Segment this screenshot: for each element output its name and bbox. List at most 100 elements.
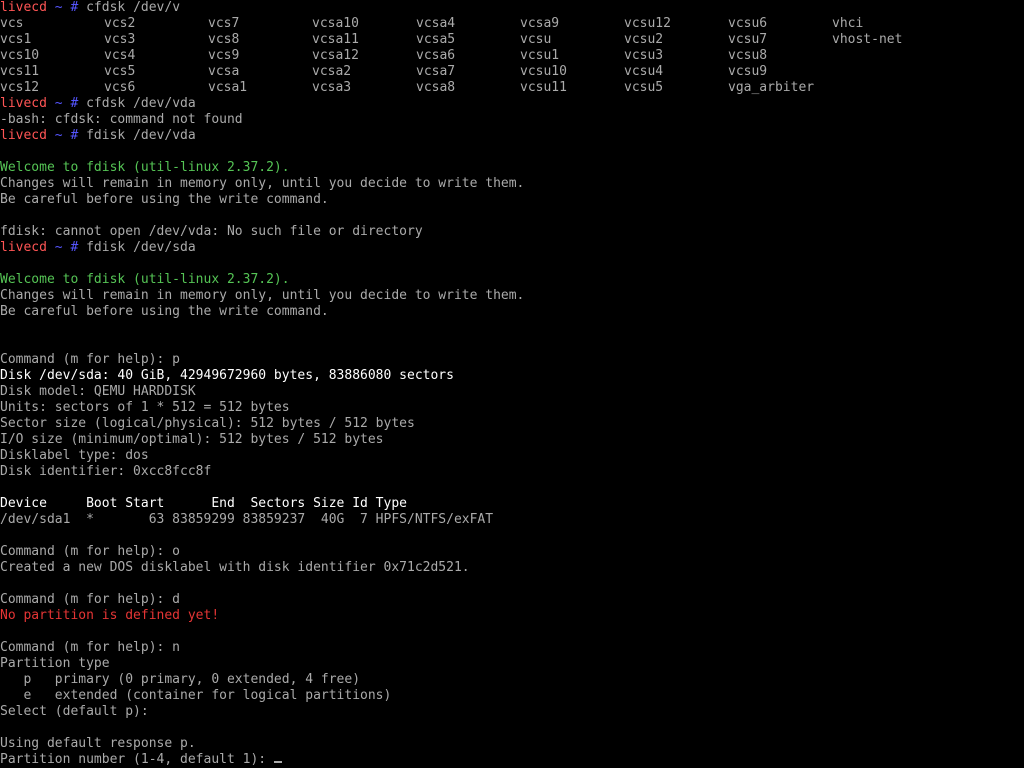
output-text: -bash: cfdsk: command not found [0, 112, 243, 127]
input-prompt-text: Partition number (1-4, default 1): [0, 752, 274, 767]
output-line: -bash: cfdsk: command not found [0, 112, 1024, 128]
output-text: Select (default p): [0, 704, 157, 719]
output-text: Units: sectors of 1 * 512 = 512 bytes [0, 400, 290, 415]
output-line: Be careful before using the write comman… [0, 192, 1024, 208]
output-line: Select (default p): [0, 704, 1024, 720]
output-text: Command (m for help): d [0, 592, 181, 607]
output-line: No partition is defined yet! [0, 608, 1024, 624]
output-line: Partition type [0, 656, 1024, 672]
device-entry: vcsu9 [728, 64, 768, 79]
device-entry: vcs10 [0, 48, 40, 63]
device-entry: vcs2 [104, 16, 136, 31]
output-text: Be careful before using the write comman… [0, 304, 329, 319]
device-entry: vcs8 [208, 32, 240, 47]
output-line: Disklabel type: dos [0, 448, 1024, 464]
shell-prompt-line: livecd ~ # cfdsk /dev/vda [0, 96, 1024, 112]
output-text: Changes will remain in memory only, unti… [0, 176, 525, 191]
prompt-path: ~ [54, 0, 63, 15]
output-line: Using default response p. [0, 736, 1024, 752]
device-entry: vcsa9 [520, 16, 560, 31]
output-line: Created a new DOS disklabel with disk id… [0, 560, 1024, 576]
output-text: Be careful before using the write comman… [0, 192, 329, 207]
output-text: Disk model: QEMU HARDDISK [0, 384, 196, 399]
device-entry: vcsa3 [312, 80, 352, 95]
output-text: Sector size (logical/physical): 512 byte… [0, 416, 415, 431]
output-line: I/O size (minimum/optimal): 512 bytes / … [0, 432, 1024, 448]
device-entry: vcsa4 [416, 16, 456, 31]
device-entry: vcs7 [208, 16, 240, 31]
device-entry: vcs4 [104, 48, 136, 63]
output-line: e extended (container for logical partit… [0, 688, 1024, 704]
output-text: Partition type [0, 656, 110, 671]
shell-prompt-line: livecd ~ # cfdsk /dev/v [0, 0, 1024, 16]
shell-prompt-line: livecd ~ # fdisk /dev/sda [0, 240, 1024, 256]
output-text: Changes will remain in memory only, unti… [0, 288, 525, 303]
output-text: No partition is defined yet! [0, 608, 220, 623]
prompt-user: livecd [0, 128, 47, 143]
device-entry: vcsa6 [416, 48, 456, 63]
output-line: Changes will remain in memory only, unti… [0, 288, 1024, 304]
device-entry: vcsa1 [208, 80, 248, 95]
output-text: Using default response p. [0, 736, 196, 751]
prompt-path: ~ [54, 96, 63, 111]
prompt-user: livecd [0, 0, 47, 15]
ls-output-row: vcs1 vcs3 vcs8 vcsa11 vcsa5 vcsu vcsu2 vcsu7 vho… [0, 32, 1024, 48]
device-entry: vcsa7 [416, 64, 456, 79]
device-entry: vcs [0, 16, 24, 31]
device-entry: vcsa10 [312, 16, 359, 31]
device-entry: vcsu2 [624, 32, 664, 47]
device-entry: vcsu12 [624, 16, 671, 31]
device-entry: vcs3 [104, 32, 136, 47]
terminal-console[interactable]: livecd ~ # cfdsk /dev/v vcs vcs2 vcs7 vcsa10… [0, 0, 1024, 768]
shell-prompt-line: livecd ~ # fdisk /dev/vda [0, 128, 1024, 144]
prompt-path: ~ [54, 240, 63, 255]
output-line: Disk /dev/sda: 40 GiB, 42949672960 bytes… [0, 368, 1024, 384]
prompt-user: livecd [0, 96, 47, 111]
output-text: Command (m for help): n [0, 640, 181, 655]
output-text: Created a new DOS disklabel with disk id… [0, 560, 470, 575]
device-entry: vcsu [520, 32, 552, 47]
device-entry: vcsu1 [520, 48, 560, 63]
ls-output-row: vcs vcs2 vcs7 vcsa10 vcsa4 vcsa9 vcsu12 vcsu6 vh… [0, 16, 1024, 32]
device-entry: vcs9 [208, 48, 240, 63]
device-entry: vhost-net [832, 32, 903, 47]
output-line: Be careful before using the write comman… [0, 304, 1024, 320]
text-cursor[interactable] [273, 761, 282, 763]
output-line: Sector size (logical/physical): 512 byte… [0, 416, 1024, 432]
output-line: fdisk: cannot open /dev/vda: No such fil… [0, 224, 1024, 240]
device-entry: vcsa8 [416, 80, 456, 95]
ls-output-row: vcs12 vcs6 vcsa1 vcsa3 vcsa8 vcsu11 vcsu5 vga_a… [0, 80, 1024, 96]
output-text: /dev/sda1 * 63 83859299 83859237 40G 7 H… [0, 512, 494, 527]
output-line: p primary (0 primary, 0 extended, 4 free… [0, 672, 1024, 688]
device-entry: vhci [832, 16, 864, 31]
output-line: Command (m for help): o [0, 544, 1024, 560]
shell-command: cfdsk /dev/v [86, 0, 181, 15]
device-entry: vcsu7 [728, 32, 768, 47]
device-entry: vcsa12 [312, 48, 359, 63]
output-text: Welcome to fdisk (util-linux 2.37.2). [0, 160, 290, 175]
output-line: /dev/sda1 * 63 83859299 83859237 40G 7 H… [0, 512, 1024, 528]
output-line: Welcome to fdisk (util-linux 2.37.2). [0, 160, 1024, 176]
output-text: Command (m for help): o [0, 544, 181, 559]
device-entry: vcsa2 [312, 64, 352, 79]
ls-output-row: vcs11 vcs5 vcsa vcsa2 vcsa7 vcsu10 vcsu4 vcsu9 [0, 64, 1024, 80]
output-text: e extended (container for logical partit… [0, 688, 392, 703]
output-line: Command (m for help): n [0, 640, 1024, 656]
prompt-user: livecd [0, 240, 47, 255]
device-entry: vcsu10 [520, 64, 567, 79]
device-entry: vga_arbiter [728, 80, 815, 95]
output-text: Welcome to fdisk (util-linux 2.37.2). [0, 272, 290, 287]
device-entry: vcsu8 [728, 48, 768, 63]
device-entry: vcs6 [104, 80, 136, 95]
output-text: I/O size (minimum/optimal): 512 bytes / … [0, 432, 384, 447]
device-entry: vcsa [208, 64, 240, 79]
input-prompt-line[interactable]: Partition number (1-4, default 1): [0, 752, 1024, 768]
device-entry: vcsu5 [624, 80, 664, 95]
